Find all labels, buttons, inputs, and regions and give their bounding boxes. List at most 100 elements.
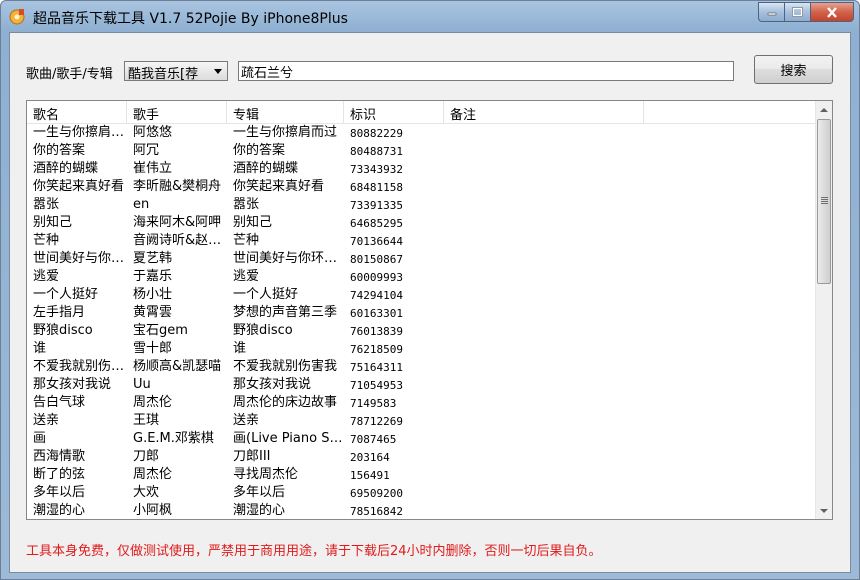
music-app-icon — [9, 9, 25, 25]
window-title: 超品音乐下载工具 V1.7 52Pojie By iPhone8Plus — [33, 11, 348, 27]
cell-note — [444, 502, 644, 519]
cell-note — [444, 466, 644, 484]
table-row[interactable]: 一生与你擦肩而过 阿悠悠 一生与你擦肩而过 80882229 — [27, 124, 816, 142]
cell-artist: 刀郎 — [133, 449, 160, 464]
table-row[interactable]: 左手指月 黄霄雲 梦想的声音第三季 60163301 — [27, 304, 816, 322]
cell-id: 70136644 — [350, 235, 403, 248]
cell-title: 一个人挺好 — [33, 287, 99, 302]
cell-album: 野狼disco — [233, 323, 293, 338]
list-header: 歌名 歌手 专辑 标识 备注 — [27, 101, 816, 124]
cell-title: 那女孩对我说 — [33, 377, 112, 392]
cell-id: 73343932 — [350, 163, 403, 176]
table-row[interactable]: 你笑起来真好看 李昕融&樊桐舟 你笑起来真好看 68481158 — [27, 178, 816, 196]
cell-id: 64685295 — [350, 217, 403, 230]
table-row[interactable]: 酒醉的蝴蝶 崔伟立 酒醉的蝴蝶 73343932 — [27, 160, 816, 178]
table-row[interactable]: 画 G.E.M.邓紫棋 画(Live Piano Session II) 708746… — [27, 430, 816, 448]
cell-id: 75164311 — [350, 361, 403, 374]
cell-id: 80150867 — [350, 253, 403, 266]
table-row[interactable]: 逃爱 于嘉乐 逃爱 60009993 — [27, 268, 816, 286]
table-row[interactable]: 西海情歌 刀郎 刀郎III 203164 — [27, 448, 816, 466]
app-window: 超品音乐下载工具 V1.7 52Pojie By iPhone8Plus 歌曲/… — [0, 0, 860, 580]
column-header-note[interactable]: 备注 — [444, 101, 644, 123]
cell-note — [444, 160, 644, 178]
cell-id: 156491 — [350, 469, 390, 482]
cell-id: 74294104 — [350, 289, 403, 302]
cell-note — [444, 232, 644, 250]
cell-title: 一生与你擦肩而过 — [33, 125, 127, 140]
search-button[interactable]: 搜索 — [754, 55, 833, 84]
minimize-button[interactable] — [758, 2, 784, 22]
search-label: 歌曲/歌手/专辑 — [26, 67, 113, 82]
cell-title: 潮湿的心 — [33, 503, 86, 518]
cell-artist: 音阙诗听&赵方婧 — [133, 233, 227, 248]
table-row[interactable]: 不爱我就别伤害我 杨顺高&凯瑟喵 不爱我就别伤害我 75164311 — [27, 358, 816, 376]
search-input[interactable] — [238, 61, 734, 81]
cell-title: 嚣张 — [33, 197, 60, 212]
table-row[interactable]: 别知己 海来阿木&阿呷 别知己 64685295 — [27, 214, 816, 232]
list-rows: 一生与你擦肩而过 阿悠悠 一生与你擦肩而过 80882229 你的答案 阿冗 你的答案 804… — [27, 124, 816, 519]
column-header-id[interactable]: 标识 — [344, 101, 444, 123]
source-select[interactable]: 酷我音乐[荐 — [124, 61, 228, 81]
cell-note — [444, 304, 644, 322]
result-list[interactable]: 歌名 歌手 专辑 标识 备注 一生与你擦肩而过 阿悠悠 一生与你擦肩而过 808822… — [26, 100, 833, 520]
cell-title: 世间美好与你环环相扣 — [33, 251, 127, 266]
column-header-artist[interactable]: 歌手 — [127, 101, 227, 123]
column-header-album[interactable]: 专辑 — [227, 101, 344, 123]
cell-note — [444, 340, 644, 358]
cell-album: 别知己 — [233, 215, 273, 230]
scroll-up-button[interactable] — [816, 101, 832, 118]
vertical-scrollbar[interactable] — [815, 101, 832, 519]
table-row[interactable]: 送亲 王琪 送亲 78712269 — [27, 412, 816, 430]
column-header-title[interactable]: 歌名 — [27, 101, 127, 123]
cell-id: 7149583 — [350, 397, 397, 410]
table-row[interactable]: 谁 雪十郎 谁 76218509 — [27, 340, 816, 358]
cell-album: 周杰伦的床边故事 — [233, 395, 338, 410]
table-row[interactable]: 野狼disco 宝石gem 野狼disco 76013839 — [27, 322, 816, 340]
scroll-down-button[interactable] — [816, 502, 832, 519]
title-bar[interactable]: 超品音乐下载工具 V1.7 52Pojie By iPhone8Plus — [1, 1, 859, 33]
cell-album: 一生与你擦肩而过 — [233, 125, 338, 140]
cell-album: 多年以后 — [233, 485, 286, 500]
close-icon — [827, 6, 837, 18]
scroll-thumb[interactable] — [817, 119, 831, 284]
cell-artist: 周杰伦 — [133, 395, 173, 410]
table-row[interactable]: 世间美好与你环环相扣夏艺韩世间美好与你环环相扣80150867 — [27, 250, 816, 268]
cell-artist: 王琪 — [133, 413, 160, 428]
cell-artist: 杨小壮 — [133, 287, 173, 302]
table-row[interactable]: 嚣张 en 嚣张 73391335 — [27, 196, 816, 214]
cell-album: 寻找周杰伦 — [233, 467, 299, 482]
cell-artist: 阿悠悠 — [133, 125, 173, 140]
cell-title: 逃爱 — [33, 269, 60, 284]
close-button[interactable] — [810, 2, 854, 22]
cell-title: 谁 — [33, 341, 47, 356]
cell-id: 203164 — [350, 451, 390, 464]
table-row[interactable]: 你的答案 阿冗 你的答案 80488731 — [27, 142, 816, 160]
cell-artist: 大欢 — [133, 485, 160, 500]
caption-buttons — [758, 2, 854, 23]
cell-title: 别知己 — [33, 215, 73, 230]
table-row[interactable]: 潮湿的心 小阿枫 潮湿的心 78516842 — [27, 502, 816, 519]
table-row[interactable]: 告白气球 周杰伦 周杰伦的床边故事 7149583 — [27, 394, 816, 412]
cell-note — [444, 178, 644, 196]
cell-id: 80488731 — [350, 145, 403, 158]
cell-artist: 海来阿木&阿呷 — [133, 215, 222, 230]
table-row[interactable]: 多年以后 大欢 多年以后 69509200 — [27, 484, 816, 502]
cell-title: 不爱我就别伤害我 — [33, 359, 127, 374]
minimize-icon — [767, 12, 776, 16]
cell-album: 刀郎III — [233, 449, 271, 464]
cell-id: 76218509 — [350, 343, 403, 356]
table-row[interactable]: 芒种 音阙诗听&赵方婧 芒种 70136644 — [27, 232, 816, 250]
cell-artist: Uu — [133, 377, 151, 392]
cell-album: 潮湿的心 — [233, 503, 286, 518]
cell-title: 你笑起来真好看 — [33, 179, 125, 194]
table-row[interactable]: 断了的弦 周杰伦 寻找周杰伦 156491 — [27, 466, 816, 484]
cell-note — [444, 394, 644, 412]
scroll-grip-icon — [821, 197, 828, 205]
table-row[interactable]: 一个人挺好 杨小壮 一个人挺好 74294104 — [27, 286, 816, 304]
cell-artist: G.E.M.邓紫棋 — [133, 431, 214, 446]
table-row[interactable]: 那女孩对我说 Uu 那女孩对我说 71054953 — [27, 376, 816, 394]
dropdown-arrow-icon — [214, 69, 222, 74]
maximize-button[interactable] — [784, 2, 810, 22]
cell-album: 梦想的声音第三季 — [233, 305, 338, 320]
cell-album: 画(Live Piano Session II) — [233, 431, 344, 446]
